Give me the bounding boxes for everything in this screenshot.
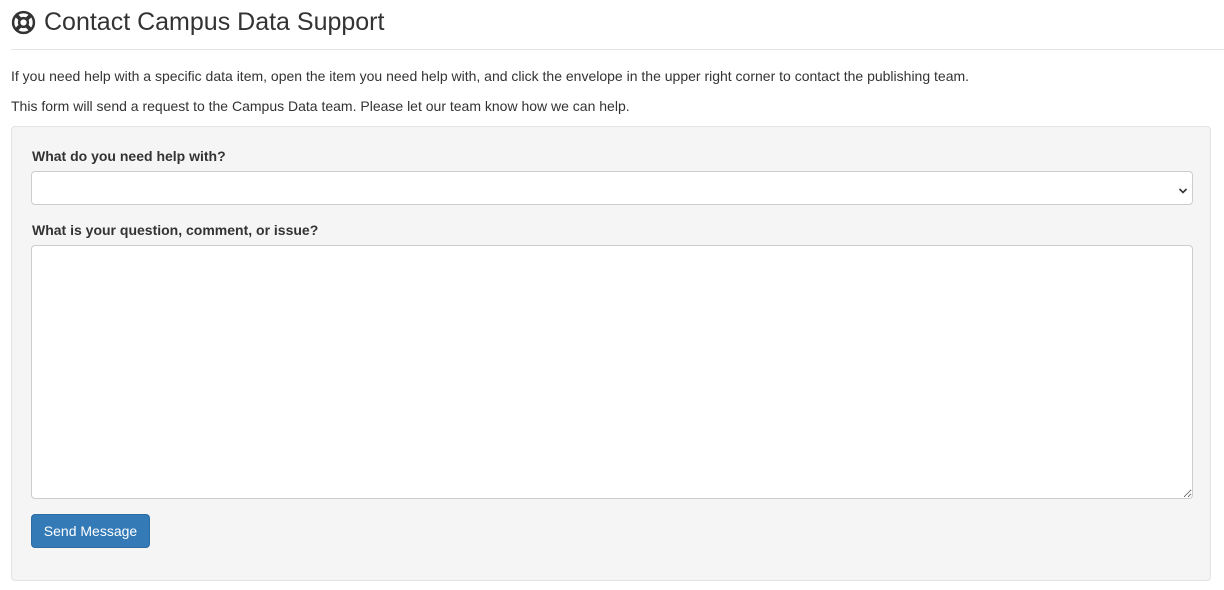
- page-header: Contact Campus Data Support: [11, 6, 384, 38]
- page-title: Contact Campus Data Support: [44, 8, 385, 36]
- help-topic-label: What do you need help with?: [32, 148, 226, 164]
- intro-text-form-description: This form will send a request to the Cam…: [11, 98, 630, 114]
- contact-form: What do you need help with? What is your…: [11, 126, 1211, 581]
- send-message-button[interactable]: Send Message: [31, 514, 150, 548]
- question-label: What is your question, comment, or issue…: [32, 222, 319, 238]
- help-topic-select[interactable]: [31, 171, 1193, 205]
- question-textarea[interactable]: [31, 245, 1193, 499]
- life-ring-icon: [11, 10, 36, 35]
- contact-support-page: Contact Campus Data Support If you need …: [0, 0, 1224, 590]
- header-divider: [11, 49, 1224, 50]
- intro-text-item-help: If you need help with a specific data it…: [11, 68, 970, 84]
